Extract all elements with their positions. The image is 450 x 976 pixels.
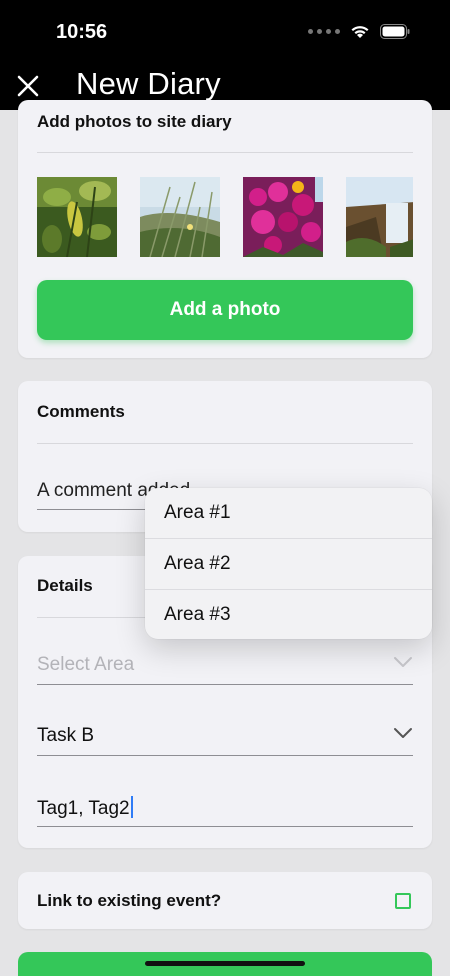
menu-item-area-2[interactable]: Area #2 <box>145 538 432 588</box>
close-button[interactable] <box>14 72 42 100</box>
home-indicator <box>145 961 305 966</box>
link-event-checkbox[interactable] <box>395 893 411 909</box>
task-value: Task B <box>37 725 95 746</box>
menu-item-area-1[interactable]: Area #1 <box>145 488 432 538</box>
divider <box>37 443 413 444</box>
tags-value: Tag1, Tag2 <box>37 798 130 819</box>
tags-value-wrap: Tag1, Tag2 <box>37 796 133 820</box>
waterfall-photo[interactable] <box>346 177 413 257</box>
text-cursor <box>130 796 133 818</box>
link-event-label: Link to existing event? <box>37 891 222 910</box>
task-dropdown[interactable]: Task B <box>37 716 413 756</box>
area-dropdown-menu: Area #1 Area #2 Area #3 <box>145 488 432 639</box>
photo-thumbnails <box>37 177 413 257</box>
plant-photo[interactable] <box>37 177 117 257</box>
chevron-down-icon <box>394 657 412 667</box>
flowers-photo[interactable] <box>243 177 323 257</box>
select-area-placeholder: Select Area <box>37 654 135 675</box>
field-underline <box>37 826 413 827</box>
wifi-icon <box>350 24 370 39</box>
select-area-dropdown[interactable]: Select Area <box>37 645 413 685</box>
status-icons <box>308 24 410 39</box>
page-title: New Diary <box>76 66 221 101</box>
photos-card: Add photos to site diary Add a photo <box>18 100 432 358</box>
status-bar: 10:56 <box>0 0 450 62</box>
battery-icon <box>380 24 410 39</box>
menu-item-area-3[interactable]: Area #3 <box>145 588 432 639</box>
add-photo-button[interactable]: Add a photo <box>37 280 413 340</box>
status-time: 10:56 <box>56 21 108 43</box>
comments-section-title: Comments <box>37 402 125 421</box>
close-icon <box>17 75 39 97</box>
field-underline <box>37 755 413 756</box>
photos-section-title: Add photos to site diary <box>37 112 232 131</box>
grass-photo[interactable] <box>140 177 220 257</box>
cellular-signal-icon <box>308 29 340 34</box>
link-event-card: Link to existing event? <box>18 872 432 929</box>
tags-input[interactable]: Tag1, Tag2 <box>37 787 413 827</box>
details-section-title: Details <box>37 576 93 595</box>
field-underline <box>37 684 413 685</box>
chevron-down-icon <box>394 728 412 738</box>
divider <box>37 152 413 153</box>
